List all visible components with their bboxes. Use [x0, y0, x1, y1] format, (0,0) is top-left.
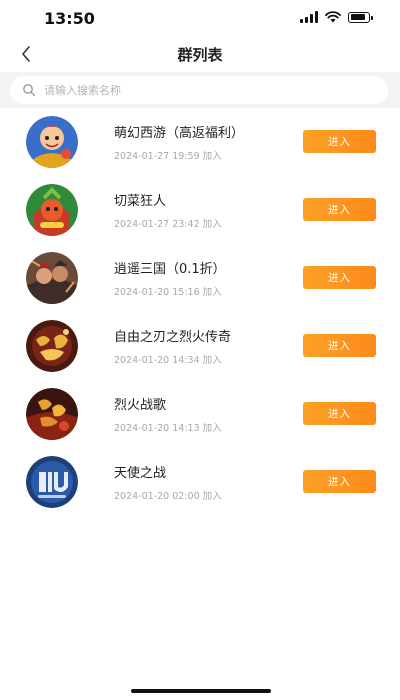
battery-icon: [348, 11, 373, 23]
join-timestamp: 2024-01-20 15:16: [114, 287, 200, 298]
join-suffix: 加入: [202, 287, 222, 298]
enter-group-button[interactable]: 进入: [303, 130, 376, 153]
join-timestamp: 2024-01-27 23:42: [114, 219, 200, 230]
enter-group-button[interactable]: 进入: [303, 402, 376, 425]
search-bar-container: [0, 72, 400, 108]
status-icons: [300, 11, 373, 23]
cellular-signal-icon: [300, 11, 318, 23]
join-suffix: 加入: [202, 423, 222, 434]
join-time: 2024-01-20 15:16 加入: [114, 284, 222, 298]
join-suffix: 加入: [202, 219, 222, 230]
join-suffix: 加入: [202, 151, 222, 162]
group-name: 萌幻西游（高返福利）: [114, 126, 245, 141]
group-list-item[interactable]: 逍遥三国（0.1折） 2024-01-20 15:16 加入 进入: [0, 244, 400, 312]
wifi-icon: [325, 11, 341, 23]
group-name: 逍遥三国（0.1折）: [114, 262, 226, 277]
enter-group-button[interactable]: 进入: [303, 334, 376, 357]
join-time: 2024-01-20 14:13 加入: [114, 420, 222, 434]
join-timestamp: 2024-01-20 02:00: [114, 491, 200, 502]
nav-header: 群列表: [0, 38, 400, 70]
fire-war-avatar: [26, 388, 78, 440]
join-time: 2024-01-27 19:59 加入: [114, 148, 222, 162]
group-name: 烈火战歌: [114, 398, 167, 413]
search-input[interactable]: [42, 82, 366, 98]
join-suffix: 加入: [202, 355, 222, 366]
enter-group-button[interactable]: 进入: [303, 198, 376, 221]
join-timestamp: 2024-01-20 14:13: [114, 423, 200, 434]
group-list-item[interactable]: 自由之刃之烈火传奇 2024-01-20 14:34 加入 进入: [0, 312, 400, 380]
group-list: 萌幻西游（高返福利） 2024-01-27 19:59 加入 进入 切菜狂人 2…: [0, 108, 400, 516]
group-name: 天使之战: [114, 466, 167, 481]
join-time: 2024-01-20 14:34 加入: [114, 352, 222, 366]
cartoon-hero-avatar: [26, 116, 78, 168]
group-list-item[interactable]: 天使之战 2024-01-20 02:00 加入 进入: [0, 448, 400, 516]
group-name: 切菜狂人: [114, 194, 167, 209]
status-time: 13:50: [44, 9, 95, 28]
join-timestamp: 2024-01-27 19:59: [114, 151, 200, 162]
group-list-item[interactable]: 切菜狂人 2024-01-27 23:42 加入 进入: [0, 176, 400, 244]
search-icon: [23, 84, 36, 97]
page-title: 群列表: [177, 46, 223, 64]
angel-war-logo-avatar: [26, 456, 78, 508]
join-time: 2024-01-27 23:42 加入: [114, 216, 222, 230]
home-indicator[interactable]: [131, 689, 271, 693]
legend-logo-avatar: [26, 320, 78, 372]
enter-group-button[interactable]: 进入: [303, 470, 376, 493]
search-box[interactable]: [10, 76, 388, 104]
enter-group-button[interactable]: 进入: [303, 266, 376, 289]
group-list-item[interactable]: 萌幻西游（高返福利） 2024-01-27 19:59 加入 进入: [0, 108, 400, 176]
join-timestamp: 2024-01-20 14:34: [114, 355, 200, 366]
group-list-item[interactable]: 烈火战歌 2024-01-20 14:13 加入 进入: [0, 380, 400, 448]
three-kingdoms-avatar: [26, 252, 78, 304]
group-name: 自由之刃之烈火传奇: [114, 330, 232, 345]
fruit-warrior-avatar: [26, 184, 78, 236]
join-time: 2024-01-20 02:00 加入: [114, 488, 222, 502]
status-bar: 13:50: [0, 0, 400, 38]
join-suffix: 加入: [202, 491, 222, 502]
